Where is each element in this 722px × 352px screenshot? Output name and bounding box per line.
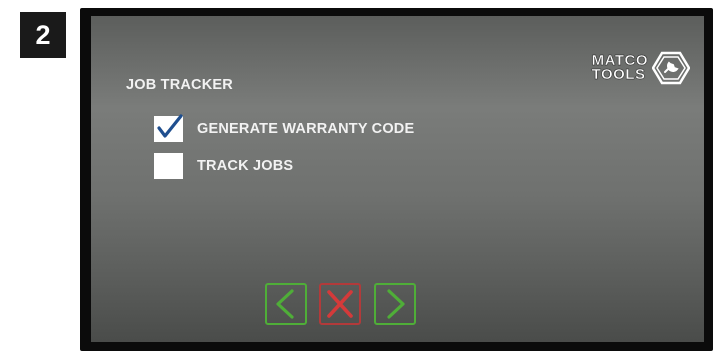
option-label: GENERATE WARRANTY CODE <box>197 121 415 137</box>
option-generate-warranty-code[interactable]: GENERATE WARRANTY CODE <box>154 114 415 142</box>
cancel-button[interactable] <box>319 283 361 325</box>
option-track-jobs[interactable]: TRACK JOBS <box>154 153 293 179</box>
option-label: TRACK JOBS <box>197 158 294 174</box>
matco-tools-logo: MATCO TOOLS <box>591 51 690 85</box>
logo-line-2: TOOLS <box>591 66 646 83</box>
generate-warranty-code-checkbox[interactable] <box>154 114 183 142</box>
step-number-badge: 2 <box>20 12 66 58</box>
next-button[interactable] <box>374 283 416 325</box>
back-button[interactable] <box>265 283 307 325</box>
x-icon <box>327 290 353 318</box>
chevron-left-icon <box>276 289 294 319</box>
device-screen: MATCO TOOLS JOB TRACKER GENERATE WARRANT… <box>91 16 704 342</box>
page-title: JOB TRACKER <box>126 77 233 93</box>
logo-text: MATCO TOOLS <box>591 53 648 83</box>
track-jobs-checkbox[interactable] <box>154 153 183 179</box>
checkmark-icon <box>157 114 183 138</box>
chevron-right-icon <box>387 289 405 319</box>
hex-wrench-logo-icon <box>652 51 690 85</box>
